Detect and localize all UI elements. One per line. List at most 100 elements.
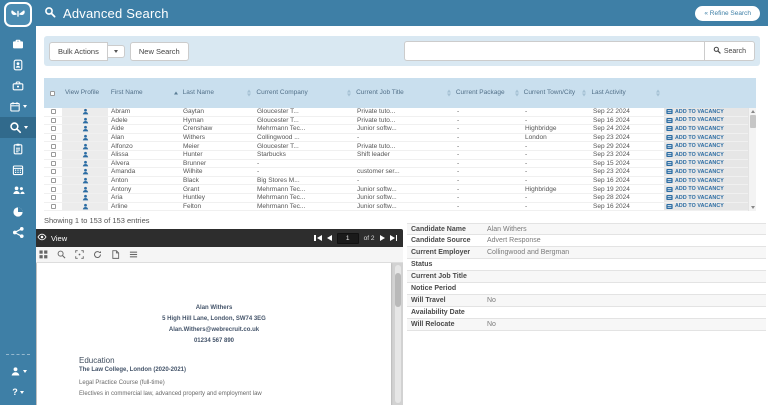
rotate-icon xyxy=(93,250,102,259)
results-table-header: View ProfileFirst NameLast NameCurrent C… xyxy=(44,78,756,108)
activity-cell: Sep 15 2024 xyxy=(590,160,664,167)
zoom-tool-button[interactable] xyxy=(57,250,66,259)
column-header-vp[interactable]: View Profile xyxy=(62,78,108,108)
sidebar-item-calendar[interactable] xyxy=(0,159,36,180)
row-checkbox[interactable] xyxy=(51,118,56,123)
table-scrollbar-thumb[interactable] xyxy=(750,115,756,128)
row-checkbox[interactable] xyxy=(51,161,56,166)
sidebar-item-help[interactable]: ? xyxy=(0,382,36,403)
actions-header-cell xyxy=(662,78,746,108)
view-profile-cell[interactable] xyxy=(62,134,108,142)
sidebar-item-tasks[interactable] xyxy=(0,138,36,159)
sidebar-item-account[interactable] xyxy=(0,361,36,382)
view-profile-cell[interactable] xyxy=(62,142,108,150)
view-profile-cell[interactable] xyxy=(62,117,108,125)
row-checkbox[interactable] xyxy=(51,109,56,114)
sidebar-item-candidates[interactable] xyxy=(0,54,36,75)
add-to-vacancy-button[interactable]: ADD TO VACANCY xyxy=(666,178,724,184)
add-to-vacancy-button[interactable]: ADD TO VACANCY xyxy=(666,126,724,132)
table-scrollbar[interactable] xyxy=(748,108,756,211)
app-logo[interactable] xyxy=(4,2,32,27)
column-header-jt[interactable]: Current Job Title xyxy=(353,78,453,108)
detail-label: Will Travel xyxy=(407,297,487,304)
last-page-button[interactable] xyxy=(390,235,398,241)
company-cell: Gloucester T... xyxy=(254,108,354,115)
row-checkbox[interactable] xyxy=(51,204,56,209)
view-profile-cell[interactable] xyxy=(62,177,108,185)
view-profile-cell[interactable] xyxy=(62,185,108,193)
row-checkbox[interactable] xyxy=(51,126,56,131)
single-page-tool-button[interactable] xyxy=(111,250,120,259)
add-to-vacancy-button[interactable]: ADD TO VACANCY xyxy=(666,160,724,166)
select-all-checkbox[interactable] xyxy=(50,91,55,96)
column-header-fn[interactable]: First Name xyxy=(108,78,180,108)
sidebar-item-integrations[interactable] xyxy=(0,222,36,243)
add-to-vacancy-button[interactable]: ADD TO VACANCY xyxy=(666,169,724,175)
column-header-co[interactable]: Current Company xyxy=(253,78,353,108)
sidebar-item-contacts[interactable] xyxy=(0,180,36,201)
row-checkbox[interactable] xyxy=(51,187,56,192)
sidebar-item-reports[interactable] xyxy=(0,201,36,222)
last-name-cell: Brunner xyxy=(180,160,254,167)
search-input[interactable] xyxy=(404,41,704,61)
view-profile-cell[interactable] xyxy=(62,203,108,211)
add-vacancy-icon xyxy=(666,109,673,114)
column-header-pk[interactable]: Current Package xyxy=(453,78,521,108)
view-profile-cell[interactable] xyxy=(62,160,108,168)
column-header-label: Current Job Title xyxy=(356,89,404,97)
view-profile-cell[interactable] xyxy=(62,168,108,176)
prev-page-button[interactable] xyxy=(327,235,332,241)
refine-search-button[interactable]: « Refine Search xyxy=(695,6,760,21)
thumbnails-tool-button[interactable] xyxy=(39,250,48,259)
view-profile-cell[interactable] xyxy=(62,125,108,133)
add-to-vacancy-button[interactable]: ADD TO VACANCY xyxy=(666,135,724,141)
chevron-down-icon xyxy=(23,105,27,108)
column-header-ln[interactable]: Last Name xyxy=(180,78,254,108)
add-to-vacancy-button[interactable]: ADD TO VACANCY xyxy=(666,109,724,115)
add-to-vacancy-button[interactable]: ADD TO VACANCY xyxy=(666,143,724,149)
row-checkbox[interactable] xyxy=(51,152,56,157)
search-button[interactable]: Search xyxy=(704,41,755,61)
person-icon xyxy=(82,143,89,150)
view-profile-cell[interactable] xyxy=(62,151,108,159)
view-profile-cell[interactable] xyxy=(62,194,108,202)
scroll-down-icon[interactable] xyxy=(751,206,755,209)
add-to-vacancy-button[interactable]: ADD TO VACANCY xyxy=(666,117,724,123)
row-checkbox[interactable] xyxy=(51,169,56,174)
column-header-la[interactable]: Last Activity xyxy=(588,78,662,108)
view-profile-cell[interactable] xyxy=(62,108,108,116)
add-to-vacancy-button[interactable]: ADD TO VACANCY xyxy=(666,152,724,158)
column-header-tc[interactable]: Current Town/City xyxy=(521,78,589,108)
document-scrollbar-thumb[interactable] xyxy=(395,273,401,307)
row-checkbox[interactable] xyxy=(51,195,56,200)
sidebar-item-diary[interactable] xyxy=(0,96,36,117)
row-checkbox[interactable] xyxy=(51,144,56,149)
bulk-actions-caret-button[interactable] xyxy=(108,45,125,58)
column-header-label: Last Activity xyxy=(591,89,625,97)
bulk-actions-button[interactable]: Bulk Actions xyxy=(49,42,108,61)
resume-address: 5 High Hill Lane, London, SW74 3EG xyxy=(37,314,391,325)
add-to-vacancy-label: ADD TO VACANCY xyxy=(675,152,724,158)
add-to-vacancy-label: ADD TO VACANCY xyxy=(675,109,724,115)
last-name-cell: Huntley xyxy=(180,194,254,201)
document-scrollbar[interactable] xyxy=(395,265,401,403)
row-checkbox[interactable] xyxy=(51,178,56,183)
add-to-vacancy-button[interactable]: ADD TO VACANCY xyxy=(666,186,724,192)
rotate-tool-button[interactable] xyxy=(93,250,102,259)
person-icon xyxy=(82,108,89,115)
next-page-button[interactable] xyxy=(380,235,385,241)
sidebar-item-jobs[interactable] xyxy=(0,33,36,54)
add-to-vacancy-button[interactable]: ADD TO VACANCY xyxy=(666,203,724,209)
add-to-vacancy-button[interactable]: ADD TO VACANCY xyxy=(666,195,724,201)
text-view-tool-button[interactable] xyxy=(129,250,138,259)
first-page-button[interactable] xyxy=(314,235,322,241)
scroll-up-icon[interactable] xyxy=(751,110,755,113)
document-viewer: View 1 of 2 Alan Withers 5 High Hill Lan… xyxy=(31,229,403,405)
sidebar-item-search[interactable] xyxy=(0,117,36,138)
table-row: AideCrenshawMehrmann Tec...Junior softw.… xyxy=(44,125,756,134)
row-checkbox[interactable] xyxy=(51,135,56,140)
sidebar-item-companies[interactable] xyxy=(0,75,36,96)
new-search-button[interactable]: New Search xyxy=(130,42,189,61)
page-number-input[interactable]: 1 xyxy=(337,233,359,244)
fit-page-tool-button[interactable] xyxy=(75,250,84,259)
